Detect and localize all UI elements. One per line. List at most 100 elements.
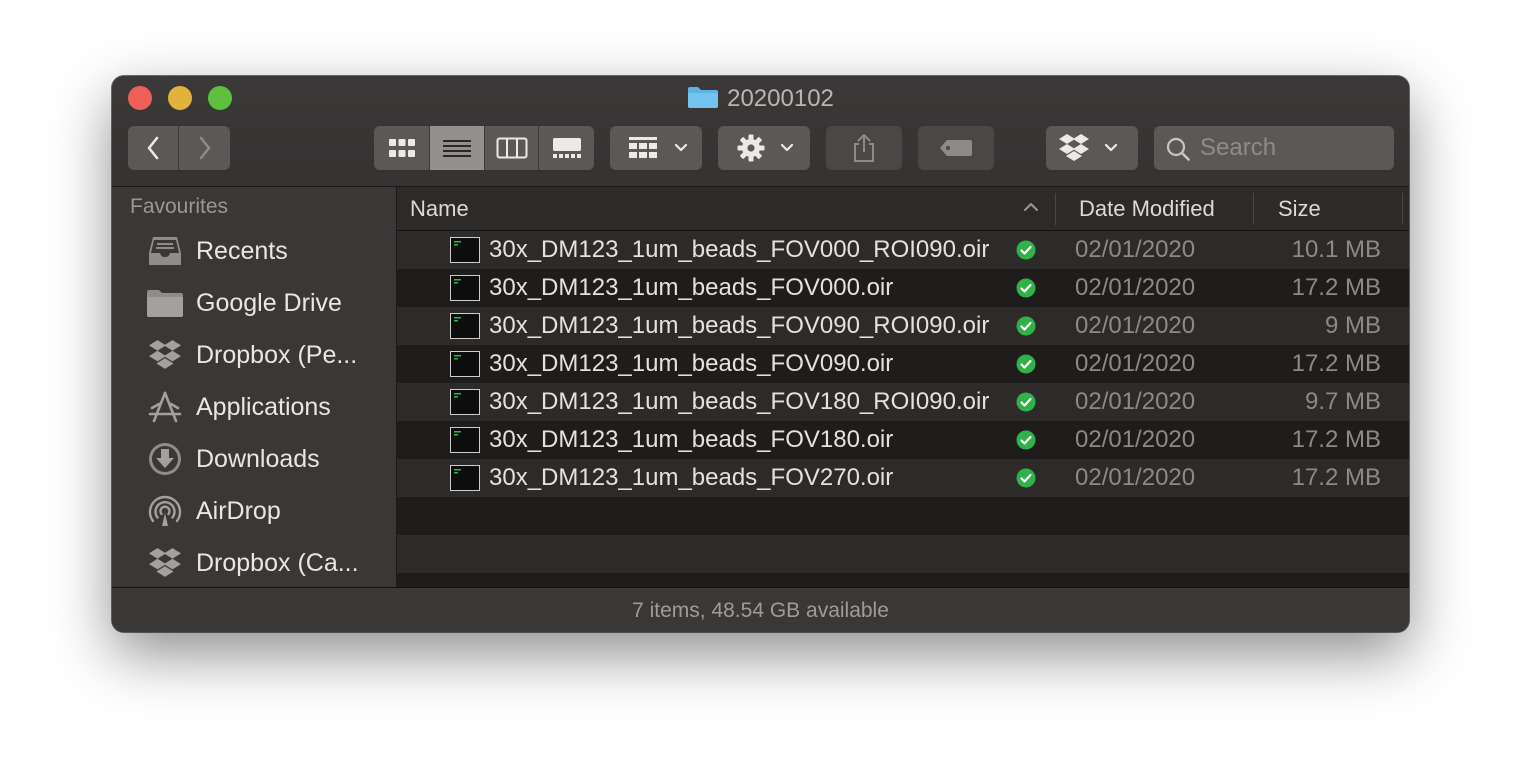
table-row[interactable]: 30x_DM123_1um_beads_FOV270.oir 02/01/2020… [397,459,1409,497]
applications-icon [146,389,184,425]
dropbox-icon [146,545,184,581]
table-row[interactable]: 30x_DM123_1um_beads_FOV090_ROI090.oir 02/… [397,307,1409,345]
sidebar-item-applications[interactable]: Applications [112,381,396,433]
empty-row [397,535,1409,573]
file-icon [450,313,480,344]
title-bar: 20200102 Search [112,76,1409,187]
sidebar-item-recents[interactable]: Recents [112,225,396,277]
status-bar: 7 items, 48.54 GB available [112,587,1409,632]
table-row[interactable]: 30x_DM123_1um_beads_FOV000_ROI090.oir 02/… [397,231,1409,269]
table-row[interactable]: 30x_DM123_1um_beads_FOV180.oir 02/01/2020… [397,421,1409,459]
table-row[interactable]: 30x_DM123_1um_beads_FOV090.oir 02/01/2020… [397,345,1409,383]
search-field[interactable]: Search [1154,126,1394,170]
sync-status-icon [1016,354,1036,379]
tag-icon [940,140,972,156]
file-name: 30x_DM123_1um_beads_FOV090_ROI090.oir [489,312,990,339]
file-icon [450,427,480,458]
icon-view-button[interactable] [374,126,431,170]
file-icon [450,237,480,268]
sidebar-item-label: Google Drive [196,289,342,317]
date-modified: 02/01/2020 [1075,274,1196,301]
file-name: 30x_DM123_1um_beads_FOV180_ROI090.oir [489,388,990,415]
gallery-view-button[interactable] [539,126,594,170]
file-size: 10.1 MB [1291,236,1381,263]
dropbox-icon [146,337,184,373]
sync-status-icon [1016,278,1036,303]
sort-ascending-icon[interactable] [1023,201,1039,213]
sidebar-item-downloads[interactable]: Downloads [112,433,396,485]
file-size: 9.7 MB [1304,388,1381,415]
empty-row [397,573,1409,587]
window-title-text: 20200102 [727,85,834,112]
airdrop-icon [146,493,184,529]
chevron-left-icon [147,136,159,160]
file-size: 17.2 MB [1291,464,1381,491]
recents-icon [146,233,184,269]
action-menu-button[interactable] [718,126,810,170]
date-modified: 02/01/2020 [1075,464,1196,491]
share-button[interactable] [826,126,902,170]
grid-icon [388,139,415,157]
sync-status-icon [1016,468,1036,493]
back-button[interactable] [128,126,179,170]
file-rows: 30x_DM123_1um_beads_FOV000_ROI090.oir 02/… [397,231,1409,587]
file-name: 30x_DM123_1um_beads_FOV090.oir [489,350,894,377]
chevron-down-icon [1104,143,1118,152]
column-view-button[interactable] [484,126,540,170]
finder-window: 20200102 Search Favourites Recents Googl… [112,76,1409,632]
file-size: 9 MB [1324,312,1381,339]
date-modified: 02/01/2020 [1075,426,1196,453]
view-mode-control [374,126,594,170]
sidebar-item-google-drive[interactable]: Google Drive [112,277,396,329]
table-row[interactable]: 30x_DM123_1um_beads_FOV180_ROI090.oir 02/… [397,383,1409,421]
sidebar-item-dropbox-personal[interactable]: Dropbox (Pe... [112,329,396,381]
file-icon [450,351,480,382]
file-name: 30x_DM123_1um_beads_FOV180.oir [489,426,894,453]
sidebar-item-label: Dropbox (Pe... [196,341,358,369]
window-title: 20200102 [112,84,1409,117]
file-size: 17.2 MB [1291,350,1381,377]
forward-button[interactable] [179,126,230,170]
table-row[interactable]: 30x_DM123_1um_beads_FOV000.oir 02/01/2020… [397,269,1409,307]
file-size: 17.2 MB [1291,274,1381,301]
search-icon [1166,137,1190,161]
chevron-down-icon [674,143,688,152]
tags-button[interactable] [918,126,994,170]
column-header: Name Date Modified Size [397,187,1409,231]
group-by-button[interactable] [610,126,702,170]
sidebar-item-label: Dropbox (Ca... [196,549,359,577]
size-column-header[interactable]: Size [1278,187,1321,230]
status-text: 7 items, 48.54 GB available [632,599,889,622]
gallery-icon [552,138,581,158]
dropbox-button[interactable] [1046,126,1138,170]
sidebar-item-label: Downloads [196,445,320,473]
sync-status-icon [1016,240,1036,265]
column-divider[interactable] [1055,193,1056,225]
gear-icon [737,134,765,162]
file-name: 30x_DM123_1um_beads_FOV000.oir [489,274,894,301]
file-icon [450,465,480,496]
column-divider[interactable] [1402,193,1403,225]
sidebar-item-label: AirDrop [196,497,281,525]
sidebar-item-label: Applications [196,393,331,421]
date-modified: 02/01/2020 [1075,350,1196,377]
date-modified: 02/01/2020 [1075,236,1196,263]
sidebar-item-airdrop[interactable]: AirDrop [112,485,396,537]
sidebar-heading: Favourites [130,195,229,218]
file-list: Name Date Modified Size 30x_DM123_1um_be… [397,187,1409,587]
file-name: 30x_DM123_1um_beads_FOV270.oir [489,464,894,491]
group-icon [629,137,657,158]
downloads-icon [146,441,184,477]
share-icon [854,134,874,162]
chevron-right-icon [199,136,210,160]
file-size: 17.2 MB [1291,426,1381,453]
list-view-button[interactable] [430,126,485,170]
columns-icon [496,137,528,159]
column-divider[interactable] [1253,193,1254,225]
date-column-header[interactable]: Date Modified [1079,187,1215,230]
sync-status-icon [1016,392,1036,417]
name-column-header[interactable]: Name [410,187,469,230]
sync-status-icon [1016,316,1036,341]
sidebar-item-dropbox-company[interactable]: Dropbox (Ca... [112,537,396,589]
date-modified: 02/01/2020 [1075,388,1196,415]
